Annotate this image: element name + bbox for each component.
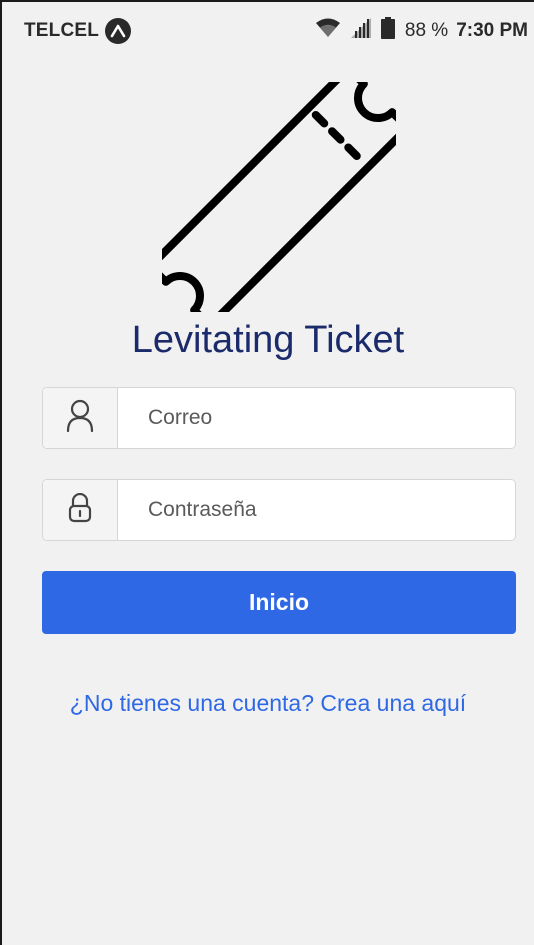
login-button[interactable]: Inicio xyxy=(42,571,516,634)
user-icon xyxy=(66,399,94,437)
wifi-icon xyxy=(315,17,341,45)
status-bar: TELCEL 88 % 7:30 PM xyxy=(2,2,534,60)
status-right: 88 % 7:30 PM xyxy=(315,17,528,45)
clock-time: 7:30 PM xyxy=(456,20,528,41)
password-addon xyxy=(43,480,118,540)
lock-icon xyxy=(68,492,92,527)
password-field[interactable] xyxy=(146,498,515,522)
password-field-wrapper xyxy=(118,480,515,540)
email-addon xyxy=(43,388,118,448)
signup-link[interactable]: ¿No tienes una cuenta? Crea una aquí xyxy=(2,690,534,717)
app-title: Levitating Ticket xyxy=(131,319,405,361)
email-field[interactable] xyxy=(146,406,515,430)
email-field-wrapper xyxy=(118,388,515,448)
status-left: TELCEL xyxy=(24,18,132,44)
signal-icon xyxy=(349,17,373,45)
battery-icon xyxy=(380,17,395,45)
battery-percent: 88 % xyxy=(404,20,449,41)
email-input-group xyxy=(42,387,516,449)
carrier-name: TELCEL xyxy=(24,20,100,41)
phone-screen: TELCEL 88 % 7:30 PM Levitating Ticket Co… xyxy=(0,0,534,945)
carrier-logo-icon xyxy=(105,18,132,44)
ticket-logo-icon xyxy=(146,64,412,330)
password-input-group xyxy=(42,479,516,541)
